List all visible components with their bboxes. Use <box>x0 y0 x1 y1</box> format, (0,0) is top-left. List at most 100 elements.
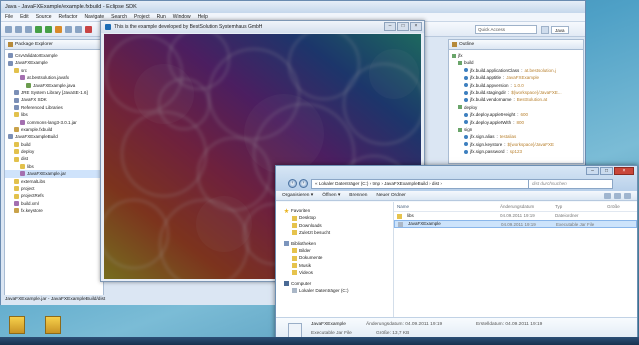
file-row[interactable]: libs 04.09.2011 19:19 Dateiordner <box>394 212 637 220</box>
column-name[interactable]: Name <box>394 202 497 211</box>
java-perspective-button[interactable]: Java <box>551 25 569 34</box>
tree-item[interactable]: JavaFXExample.java <box>5 82 103 89</box>
tree-item[interactable]: externalLibs <box>5 178 103 185</box>
tree-item[interactable]: commons-lang3-3.0.1.jar <box>5 119 103 126</box>
explorer-close-button[interactable]: × <box>614 167 634 175</box>
burn-button[interactable]: Brennen <box>349 193 367 198</box>
node-icon <box>458 105 462 110</box>
tree-item[interactable]: at.bestsolution.javafx <box>5 74 103 81</box>
nav-pane-item[interactable]: Videos <box>276 269 393 276</box>
outline-item[interactable]: jfx.build.applicationClass : at.bestsolu… <box>449 67 583 74</box>
preview-pane-icon[interactable] <box>614 192 621 199</box>
package-explorer-tab[interactable]: Package Explorer <box>5 40 103 50</box>
perspective-switcher: Java <box>541 25 583 34</box>
organize-button[interactable]: Organisieren ▾ <box>282 193 313 198</box>
debug-icon[interactable] <box>35 25 42 33</box>
column-size[interactable]: Größe <box>604 202 634 211</box>
tree-item[interactable]: JavaFXExample <box>5 59 103 66</box>
outline-item[interactable]: deploy <box>449 104 583 111</box>
outline-item[interactable]: build <box>449 59 583 66</box>
outline-item[interactable]: jfx <box>449 52 583 59</box>
nav-pane-item[interactable]: Favoriten <box>276 207 393 214</box>
nav-pane-item[interactable]: Lokaler Datenträger (C:) <box>276 287 393 294</box>
maximize-button[interactable]: □ <box>397 22 409 31</box>
tree-item[interactable]: build <box>5 141 103 148</box>
save-icon[interactable] <box>15 25 22 33</box>
outline-item[interactable]: jfx.sign.alias : testalias <box>449 133 583 140</box>
new-package-icon[interactable] <box>65 25 72 33</box>
outline-item[interactable]: jfx.build.appversion : 1.0.0 <box>449 82 583 89</box>
jar-icon <box>20 119 25 125</box>
external-tools-icon[interactable] <box>55 25 62 33</box>
explorer-maximize-button[interactable]: □ <box>600 167 613 175</box>
outline-item[interactable]: sign <box>449 126 583 133</box>
tree-item[interactable]: deploy <box>5 148 103 155</box>
outline-tab[interactable]: Outline <box>449 40 583 50</box>
tree-item[interactable]: dist <box>5 155 103 162</box>
tree-item[interactable]: build.xml <box>5 200 103 207</box>
nav-pane-item[interactable]: Bilder <box>276 247 393 254</box>
javafx-title-bar[interactable]: This is the example developed by BestSol… <box>101 21 424 33</box>
column-type[interactable]: Typ <box>552 202 604 211</box>
tree-item[interactable]: Referenced Libraries <box>5 104 103 111</box>
tree-item[interactable]: JavaFX SDK <box>5 96 103 103</box>
outline-item[interactable]: jfx.build.vendorname : BestSolution.at <box>449 96 583 103</box>
tree-item[interactable]: project <box>5 185 103 192</box>
forward-arrow-icon[interactable]: › <box>299 179 308 188</box>
package-icon <box>20 75 25 81</box>
nav-pane-item[interactable]: Dokumente <box>276 254 393 261</box>
eclipse-status-bar: JavaFXExample.jar - JavaFXExampleBuild/d… <box>1 295 277 305</box>
tree-item[interactable]: JavaFXExampleBuild <box>5 133 103 140</box>
column-date[interactable]: Änderungsdatum <box>497 202 552 211</box>
outline-item[interactable]: jfx.sign.password : sp123 <box>449 148 583 155</box>
property-icon <box>464 112 468 117</box>
nav-pane-item[interactable]: Zuletzt besucht <box>276 229 393 236</box>
tree-item-label: src <box>21 67 27 73</box>
stop-icon[interactable] <box>85 25 92 33</box>
outline-item[interactable]: jfx.deploy.appletWith : 800 <box>449 119 583 126</box>
quick-access-input[interactable]: Quick Access <box>475 25 537 34</box>
new-icon[interactable] <box>5 25 12 33</box>
nav-pane-item[interactable]: Computer <box>276 280 393 287</box>
tree-item[interactable]: JRE System Library [JavaSE-1.6] <box>5 89 103 96</box>
menu-item-edit[interactable]: Edit <box>20 14 29 20</box>
tree-item[interactable]: libs <box>5 163 103 170</box>
menu-item-source[interactable]: Source <box>36 14 52 20</box>
new-class-icon[interactable] <box>75 25 82 33</box>
menu-item-file[interactable]: File <box>5 14 13 20</box>
eclipse-title-bar[interactable]: Java - JavaFXExample/example.fxbuild - E… <box>1 1 585 13</box>
explorer-title-bar[interactable]: – □ × ‹ › « Lokaler Datenträger (C:) › t… <box>276 166 637 191</box>
nav-pane-item[interactable]: Bibliotheken <box>276 240 393 247</box>
outline-item[interactable]: jfx.build.stagingdir : ${workspace}/Java… <box>449 89 583 96</box>
tree-item[interactable]: CsvValidatorExample <box>5 52 103 59</box>
view-mode-icon[interactable] <box>604 192 611 199</box>
menu-item-refactor[interactable]: Refactor <box>59 14 78 20</box>
tree-item[interactable]: JavaFXExample.jar <box>5 170 103 178</box>
nav-pane-item[interactable]: Desktop <box>276 214 393 221</box>
outline-item[interactable]: jfx.deploy.appletHeight : 600 <box>449 111 583 118</box>
minimize-button[interactable]: – <box>384 22 396 31</box>
file-row[interactable]: JavaFXExample 04.09.2011 19:19 Executable … <box>394 220 637 228</box>
tree-item[interactable]: src <box>5 67 103 74</box>
outline-separator: : <box>503 75 505 81</box>
explorer-minimize-button[interactable]: – <box>586 167 599 175</box>
outline-item[interactable]: jfx.sign.keystore : ${workspace}/JavaFXE <box>449 141 583 148</box>
tree-item[interactable]: projectRefs <box>5 192 103 199</box>
run-icon[interactable] <box>45 25 52 33</box>
open-perspective-icon[interactable] <box>541 25 549 34</box>
tree-item[interactable]: fx.keystore <box>5 207 103 214</box>
project-icon <box>8 53 13 59</box>
tree-item[interactable]: example.fxbuild <box>5 126 103 133</box>
tree-item[interactable]: libs <box>5 111 103 118</box>
help-icon[interactable] <box>624 192 631 199</box>
nav-pane-item[interactable]: Musik <box>276 262 393 269</box>
nav-pane-item[interactable]: Downloads <box>276 222 393 229</box>
explorer-search-input[interactable]: dist durchsuchen <box>528 179 613 189</box>
explorer-address-bar[interactable]: « Lokaler Datenträger (C:) › tmp › JavaF… <box>311 179 559 189</box>
outline-item[interactable]: jfx.build.apptitle : JavaFXExample <box>449 74 583 81</box>
new-folder-button[interactable]: Neuer Ordner <box>376 193 405 198</box>
print-icon[interactable] <box>25 25 32 33</box>
open-button[interactable]: Öffnen ▾ <box>322 193 340 198</box>
close-button[interactable]: × <box>410 22 422 31</box>
back-arrow-icon[interactable]: ‹ <box>288 179 297 188</box>
